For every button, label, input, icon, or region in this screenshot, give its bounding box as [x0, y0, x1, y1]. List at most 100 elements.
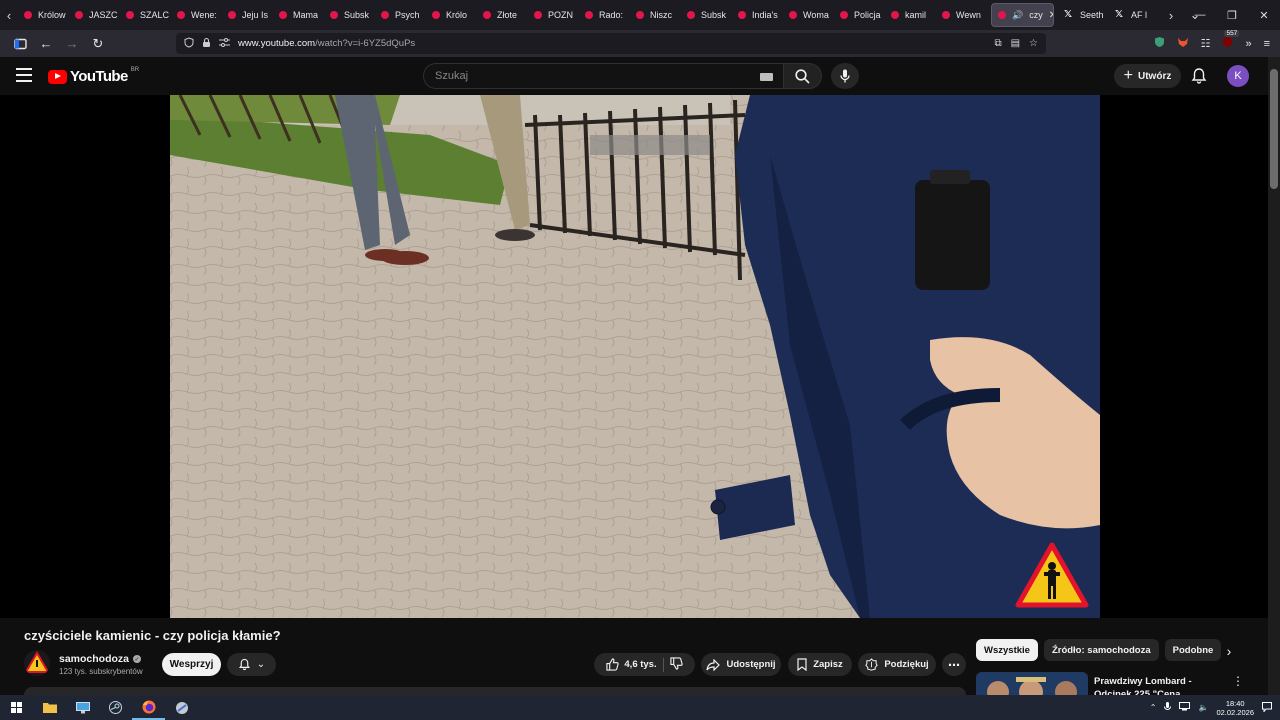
search-button[interactable] [783, 63, 822, 89]
filter-chip[interactable]: Podobne [1164, 639, 1222, 661]
share-arrow-icon [706, 658, 721, 671]
network-tray-icon[interactable] [1179, 702, 1191, 713]
channel-avatar[interactable] [24, 650, 50, 676]
share-button[interactable]: Udostępnij [701, 653, 781, 676]
tab-label: Policja [854, 10, 881, 20]
restore-icon[interactable]: ❐ [1216, 9, 1248, 22]
browser-tab[interactable]: JASZC [69, 0, 120, 30]
forward-icon[interactable]: → [60, 32, 84, 56]
ublock-extension-icon[interactable]: 557 [1222, 30, 1240, 51]
reload-icon[interactable]: ↻ [86, 32, 110, 56]
tray-chevron-up-icon[interactable]: ⌃ [1150, 703, 1157, 712]
more-actions-icon[interactable]: ⋯ [942, 653, 966, 676]
support-button[interactable]: Wesprzyj [162, 653, 221, 676]
like-separator [662, 657, 664, 672]
sidebar-toggle-icon[interactable] [8, 32, 32, 56]
microphone-tray-icon[interactable] [1164, 701, 1172, 714]
like-count: 4,6 tys. [624, 659, 657, 670]
browser-tab[interactable]: Wene: [171, 0, 222, 30]
back-icon[interactable]: ← [34, 32, 58, 56]
page-scrollbar[interactable] [1268, 57, 1280, 700]
youtube-favicon-icon [636, 11, 644, 19]
keyboard-icon[interactable] [760, 73, 773, 81]
create-button[interactable]: + Utwórz [1114, 64, 1181, 88]
tab-label: SZALC [140, 10, 170, 20]
youtube-favicon-icon [534, 11, 542, 19]
tab-label: kamil [905, 10, 927, 20]
windows-start-icon[interactable] [0, 695, 33, 720]
picture-in-picture-icon[interactable]: ⧉ [994, 38, 1001, 49]
tab-audio-icon[interactable]: 🔊 [1012, 10, 1023, 21]
volume-tray-icon[interactable]: 🔈 [1198, 703, 1208, 712]
tab-scroll-left-icon[interactable]: ‹ [0, 0, 18, 30]
permissions-icon[interactable] [219, 37, 230, 50]
youtube-favicon-icon [177, 11, 185, 19]
video-player[interactable] [170, 95, 1100, 618]
tracking-protection-icon[interactable] [184, 36, 194, 51]
browser-tab[interactable]: 𝕏 Seeth [1058, 0, 1109, 30]
voice-search-button[interactable] [831, 63, 859, 89]
like-button[interactable]: 4,6 tys. [606, 658, 657, 671]
app-menu-icon[interactable]: ≡ [1264, 38, 1270, 50]
browser-tab[interactable]: SZALC [120, 0, 171, 30]
taskbar-clock[interactable]: 18:40 02.02.2026 [1216, 699, 1254, 717]
browser-tab[interactable]: Królo [426, 0, 477, 30]
save-button[interactable]: Zapisz [788, 653, 852, 676]
browser-tab[interactable]: India's [732, 0, 783, 30]
browser-tab[interactable]: Złote [477, 0, 528, 30]
bookmark-star-icon[interactable]: ☆ [1029, 38, 1038, 49]
tab-strip: Królow JASZC SZALC Wene: Jeju Is Mama Subsk Psy… [18, 0, 1160, 30]
browser-tab[interactable]: Rado: [579, 0, 630, 30]
subscription-bell-button[interactable]: ⌄ [227, 653, 276, 676]
extensions-puzzle-icon[interactable]: ☷ [1201, 37, 1211, 50]
alt-browser-icon[interactable] [165, 695, 198, 720]
monitor-app-icon[interactable] [66, 695, 99, 720]
url-text[interactable]: www.youtube.com/watch?v=i-6YZ5dQuPs [238, 38, 415, 49]
chips-next-icon[interactable]: › [1220, 640, 1238, 662]
minimize-icon[interactable]: — [1184, 9, 1216, 21]
scrollbar-thumb[interactable] [1270, 69, 1278, 189]
browser-tab[interactable]: kamil [885, 0, 936, 30]
tab-scroll-right-icon[interactable]: › [1162, 0, 1180, 30]
guide-menu-icon[interactable] [16, 68, 32, 82]
dislike-button[interactable] [669, 656, 683, 673]
browser-tab[interactable]: Wewn [936, 0, 987, 30]
firefox-icon[interactable] [132, 695, 165, 720]
recommended-menu-icon[interactable]: ⋮ [1232, 674, 1244, 688]
notifications-bell-icon[interactable] [1190, 67, 1208, 85]
browser-tab[interactable]: Subsk [324, 0, 375, 30]
browser-tab[interactable]: Mama [273, 0, 324, 30]
browser-tab[interactable]: Jeju Is [222, 0, 273, 30]
channel-name-text[interactable]: samochodoza [59, 653, 129, 665]
steam-icon[interactable] [99, 695, 132, 720]
browser-tab[interactable]: Psych [375, 0, 426, 30]
channel-name[interactable]: samochodoza ✓ [59, 653, 142, 665]
windows-taskbar: ⌃ 🔈 18:40 02.02.2026 [0, 695, 1280, 720]
browser-tab[interactable]: Subsk [681, 0, 732, 30]
active-browser-tab[interactable]: 🔊 czy ✕ [991, 3, 1054, 27]
chevron-down-icon: ⌄ [256, 659, 266, 670]
browser-tab[interactable]: Woma [783, 0, 834, 30]
shield-extension-icon[interactable] [1154, 36, 1165, 51]
youtube-logo[interactable]: YouTube BR [48, 67, 139, 85]
reader-view-icon[interactable]: ▤ [1011, 38, 1020, 49]
filter-chip[interactable]: Wszystkie [976, 639, 1038, 661]
file-explorer-icon[interactable] [33, 695, 66, 720]
search-input[interactable]: Szukaj [423, 63, 783, 89]
overflow-chevrons-icon[interactable]: » [1245, 38, 1251, 50]
thanks-button[interactable]: Podziękuj [858, 653, 936, 676]
filter-chip[interactable]: Źródło: samochodoza [1043, 639, 1159, 661]
notification-center-icon[interactable] [1262, 701, 1272, 714]
fox-extension-icon[interactable] [1177, 37, 1189, 51]
close-tab-icon[interactable]: ✕ [1049, 10, 1053, 21]
url-bar[interactable]: www.youtube.com/watch?v=i-6YZ5dQuPs ⧉ ▤ … [176, 33, 1046, 54]
browser-tab[interactable]: POZN [528, 0, 579, 30]
lock-icon[interactable] [202, 37, 211, 51]
browser-tab[interactable]: Królow [18, 0, 69, 30]
account-avatar[interactable]: K [1227, 65, 1249, 87]
browser-tab[interactable]: Niszc [630, 0, 681, 30]
browser-tab[interactable]: Policja [834, 0, 885, 30]
close-window-icon[interactable]: ✕ [1248, 9, 1280, 22]
tab-label: Subsk [701, 10, 727, 20]
browser-tab[interactable]: 𝕏 AF l [1109, 0, 1160, 30]
